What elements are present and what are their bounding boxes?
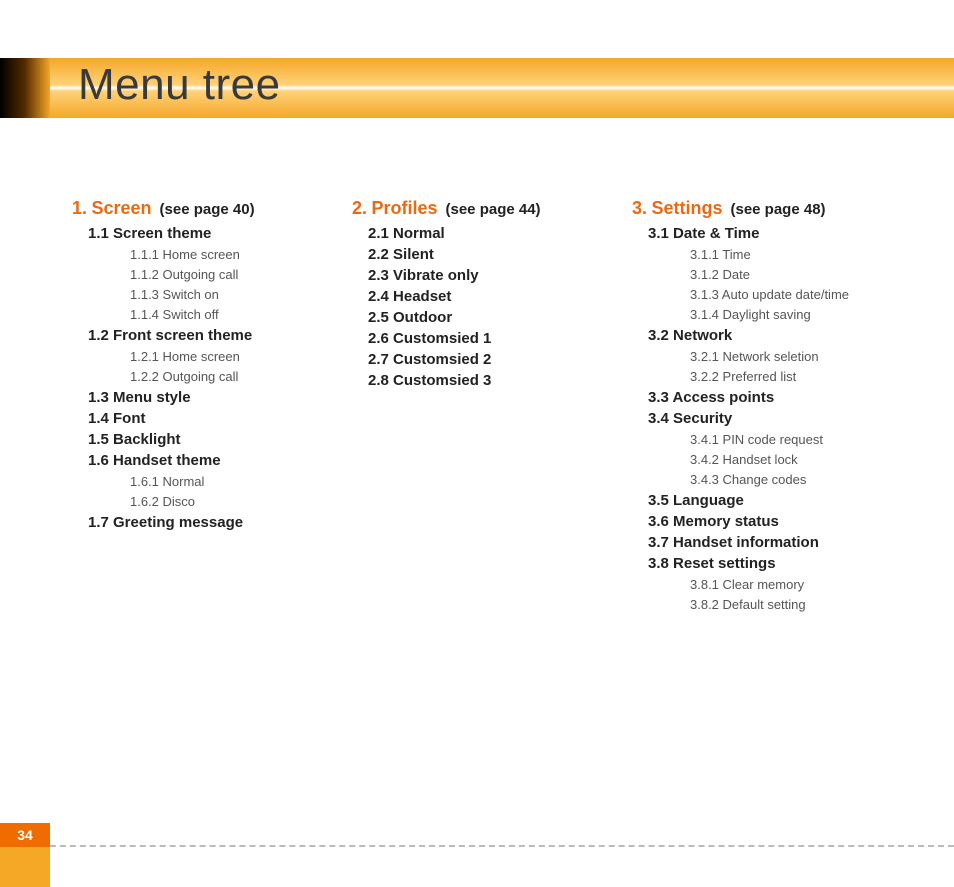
menu-item-lvl1: 3.6 Memory status (648, 513, 904, 530)
menu-item-lvl2: 1.2.1 Home screen (130, 349, 344, 364)
menu-item-lvl2: 1.6.2 Disco (130, 494, 344, 509)
menu-item-lvl1: 3.2 Network (648, 327, 904, 344)
menu-item-lvl1: 2.8 Customsied 3 (368, 372, 624, 389)
menu-item-lvl1: 2.1 Normal (368, 225, 624, 242)
section-number: 2. (352, 198, 367, 218)
footer-divider (0, 845, 954, 847)
title-banner-corner (0, 58, 50, 118)
menu-item-lvl1: 3.8 Reset settings (648, 555, 904, 572)
menu-item-lvl1: 1.3 Menu style (88, 389, 344, 406)
menu-item-lvl1: 1.7 Greeting message (88, 514, 344, 531)
menu-item-lvl2: 3.4.3 Change codes (690, 472, 904, 487)
content-columns: 1. Screen (see page 40) 1.1 Screen theme 1.… (72, 198, 904, 617)
menu-item-lvl2: 3.8.1 Clear memory (690, 577, 904, 592)
menu-item-lvl2: 3.2.1 Network seletion (690, 349, 904, 364)
column-2: 2. Profiles (see page 44) 2.1 Normal 2.2 Si… (352, 198, 624, 617)
section-name: Profiles (371, 198, 437, 218)
menu-item-lvl2: 3.1.4 Daylight saving (690, 307, 904, 322)
menu-item-lvl1: 3.7 Handset information (648, 534, 904, 551)
menu-item-lvl2: 3.2.2 Preferred list (690, 369, 904, 384)
column-1: 1. Screen (see page 40) 1.1 Screen theme 1.… (72, 198, 344, 617)
section-heading: 1. Screen (see page 40) (72, 198, 344, 219)
menu-item-lvl2: 1.2.2 Outgoing call (130, 369, 344, 384)
menu-item-lvl2: 1.1.1 Home screen (130, 247, 344, 262)
menu-item-lvl1: 3.1 Date & Time (648, 225, 904, 242)
page-number-tab: 34 (0, 823, 50, 847)
menu-item-lvl2: 1.1.2 Outgoing call (130, 267, 344, 282)
menu-item-lvl1: 3.4 Security (648, 410, 904, 427)
section-heading: 3. Settings (see page 48) (632, 198, 904, 219)
menu-item-lvl1: 2.2 Silent (368, 246, 624, 263)
menu-item-lvl2: 3.8.2 Default setting (690, 597, 904, 612)
menu-item-lvl1: 2.6 Customsied 1 (368, 330, 624, 347)
section-name: Screen (91, 198, 151, 218)
menu-item-lvl1: 2.3 Vibrate only (368, 267, 624, 284)
section-page-ref: (see page 44) (446, 201, 541, 218)
menu-item-lvl2: 1.6.1 Normal (130, 474, 344, 489)
menu-item-lvl1: 2.7 Customsied 2 (368, 351, 624, 368)
menu-item-lvl1: 3.5 Language (648, 492, 904, 509)
menu-item-lvl1: 2.5 Outdoor (368, 309, 624, 326)
section-heading: 2. Profiles (see page 44) (352, 198, 624, 219)
menu-item-lvl2: 3.1.2 Date (690, 267, 904, 282)
menu-item-lvl1: 1.6 Handset theme (88, 452, 344, 469)
column-3: 3. Settings (see page 48) 3.1 Date & Time 3… (632, 198, 904, 617)
menu-item-lvl1: 1.5 Backlight (88, 431, 344, 448)
section-number: 3. (632, 198, 647, 218)
menu-item-lvl2: 1.1.4 Switch off (130, 307, 344, 322)
menu-item-lvl1: 3.3 Access points (648, 389, 904, 406)
section-number: 1. (72, 198, 87, 218)
menu-item-lvl2: 3.1.3 Auto update date/time (690, 287, 904, 302)
page-title: Menu tree (78, 60, 281, 110)
menu-item-lvl2: 3.4.2 Handset lock (690, 452, 904, 467)
section-page-ref: (see page 40) (160, 201, 255, 218)
section-page-ref: (see page 48) (730, 201, 825, 218)
section-name: Settings (651, 198, 722, 218)
menu-item-lvl1: 1.4 Font (88, 410, 344, 427)
menu-item-lvl2: 3.1.1 Time (690, 247, 904, 262)
menu-item-lvl2: 3.4.1 PIN code request (690, 432, 904, 447)
footer-accent-block (0, 847, 50, 887)
menu-item-lvl1: 2.4 Headset (368, 288, 624, 305)
menu-item-lvl1: 1.2 Front screen theme (88, 327, 344, 344)
menu-item-lvl2: 1.1.3 Switch on (130, 287, 344, 302)
menu-item-lvl1: 1.1 Screen theme (88, 225, 344, 242)
